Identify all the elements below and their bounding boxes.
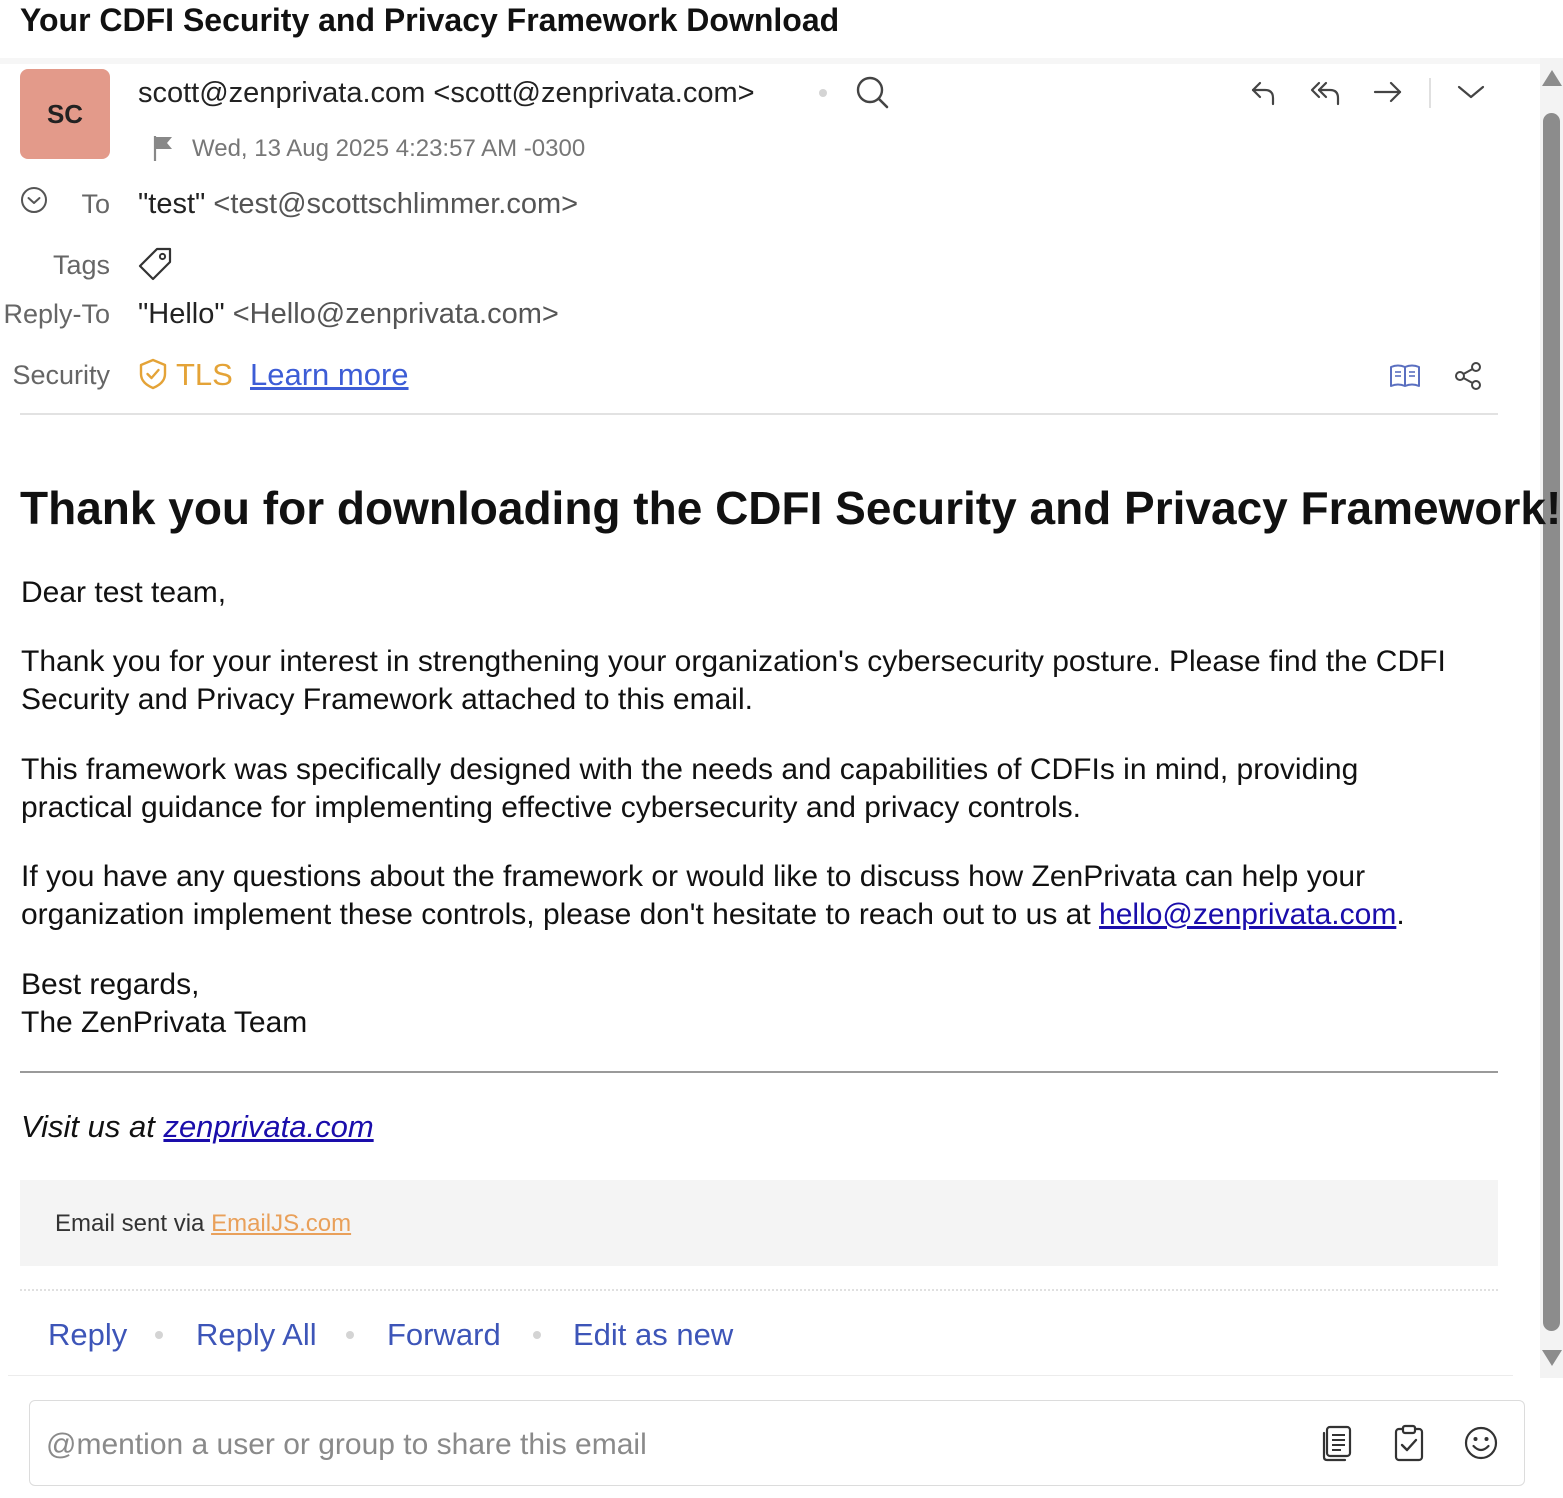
sender-address[interactable]: scott@zenprivata.com <scott@zenprivata.c… bbox=[138, 74, 755, 112]
to-label: To bbox=[81, 189, 110, 219]
paragraph-3: If you have any questions about the fram… bbox=[21, 858, 1461, 934]
reply-all-button[interactable]: Reply All bbox=[196, 1315, 317, 1355]
to-recipient[interactable]: "test" <test@scottschlimmer.com> bbox=[138, 186, 578, 222]
emailjs-link[interactable]: EmailJS.com bbox=[211, 1210, 351, 1237]
greeting: Dear test team, bbox=[21, 576, 227, 609]
actions-divider bbox=[20, 1289, 1498, 1291]
scroll-down-arrow[interactable] bbox=[1541, 1348, 1563, 1368]
to-address: <test@scottschlimmer.com> bbox=[213, 188, 579, 220]
learn-more-link[interactable]: Learn more bbox=[250, 356, 409, 394]
forward-icon[interactable] bbox=[1370, 74, 1406, 110]
share-icon[interactable] bbox=[1452, 359, 1486, 393]
sent-date: Wed, 13 Aug 2025 4:23:57 AM -0300 bbox=[192, 135, 586, 162]
tags-label: Tags bbox=[52, 250, 110, 280]
separator-dot bbox=[819, 89, 827, 97]
reply-to-name: "Hello" bbox=[138, 298, 225, 330]
tag-icon[interactable] bbox=[136, 245, 174, 283]
signoff-line-1: Best regards, bbox=[21, 968, 200, 1001]
header-band bbox=[0, 58, 1540, 64]
header-divider bbox=[20, 413, 1498, 415]
reader-view-icon[interactable] bbox=[1386, 359, 1424, 393]
visit-prefix: Visit us at bbox=[21, 1109, 164, 1144]
paragraph-3-period: . bbox=[1396, 898, 1405, 931]
separator-dot bbox=[346, 1331, 354, 1339]
edit-as-new-button[interactable]: Edit as new bbox=[573, 1315, 733, 1355]
security-tls: TLS bbox=[176, 357, 233, 392]
signoff-line-2: The ZenPrivata Team bbox=[21, 1006, 308, 1039]
separator-dot bbox=[533, 1331, 541, 1339]
scrollbar-thumb[interactable] bbox=[1543, 113, 1560, 1331]
separator-dot bbox=[155, 1331, 163, 1339]
mention-input[interactable] bbox=[46, 1423, 1286, 1467]
visit-line: Visit us at zenprivata.com bbox=[21, 1107, 374, 1147]
shield-check-icon bbox=[137, 357, 169, 391]
security-label: Security bbox=[12, 360, 110, 390]
search-icon[interactable] bbox=[852, 72, 892, 112]
task-icon[interactable] bbox=[1390, 1422, 1428, 1464]
body-divider bbox=[20, 1071, 1498, 1073]
reply-all-icon[interactable] bbox=[1306, 74, 1346, 110]
emoji-icon[interactable] bbox=[1461, 1423, 1501, 1463]
toolbar-divider bbox=[1429, 78, 1431, 108]
forward-button[interactable]: Forward bbox=[387, 1315, 501, 1355]
sender-avatar[interactable]: SC bbox=[20, 69, 110, 159]
comment-divider bbox=[8, 1375, 1513, 1376]
message-heading: Thank you for downloading the CDFI Secur… bbox=[20, 482, 1562, 534]
expand-details-icon[interactable] bbox=[19, 185, 49, 215]
reply-to-label: Reply-To bbox=[3, 299, 110, 329]
to-name: "test" bbox=[138, 188, 206, 220]
hello-email-link[interactable]: hello@zenprivata.com bbox=[1099, 898, 1396, 931]
email-subject: Your CDFI Security and Privacy Framework… bbox=[20, 2, 840, 38]
website-link[interactable]: zenprivata.com bbox=[163, 1109, 373, 1144]
paragraph-1: Thank you for your interest in strengthe… bbox=[21, 645, 1446, 716]
notes-icon[interactable] bbox=[1318, 1423, 1356, 1463]
sent-via-text: Email sent via EmailJS.com bbox=[55, 1208, 351, 1240]
flag-icon[interactable] bbox=[148, 132, 178, 164]
sent-via-prefix: Email sent via bbox=[55, 1210, 212, 1237]
reply-icon[interactable] bbox=[1246, 74, 1282, 110]
reply-button[interactable]: Reply bbox=[48, 1315, 127, 1355]
more-chevron-icon[interactable] bbox=[1454, 76, 1488, 108]
reply-to-address: <Hello@zenprivata.com> bbox=[232, 298, 559, 330]
paragraph-2: This framework was specifically designed… bbox=[21, 753, 1359, 824]
scroll-up-arrow[interactable] bbox=[1541, 68, 1563, 88]
reply-to-recipient[interactable]: "Hello" <Hello@zenprivata.com> bbox=[138, 296, 559, 332]
